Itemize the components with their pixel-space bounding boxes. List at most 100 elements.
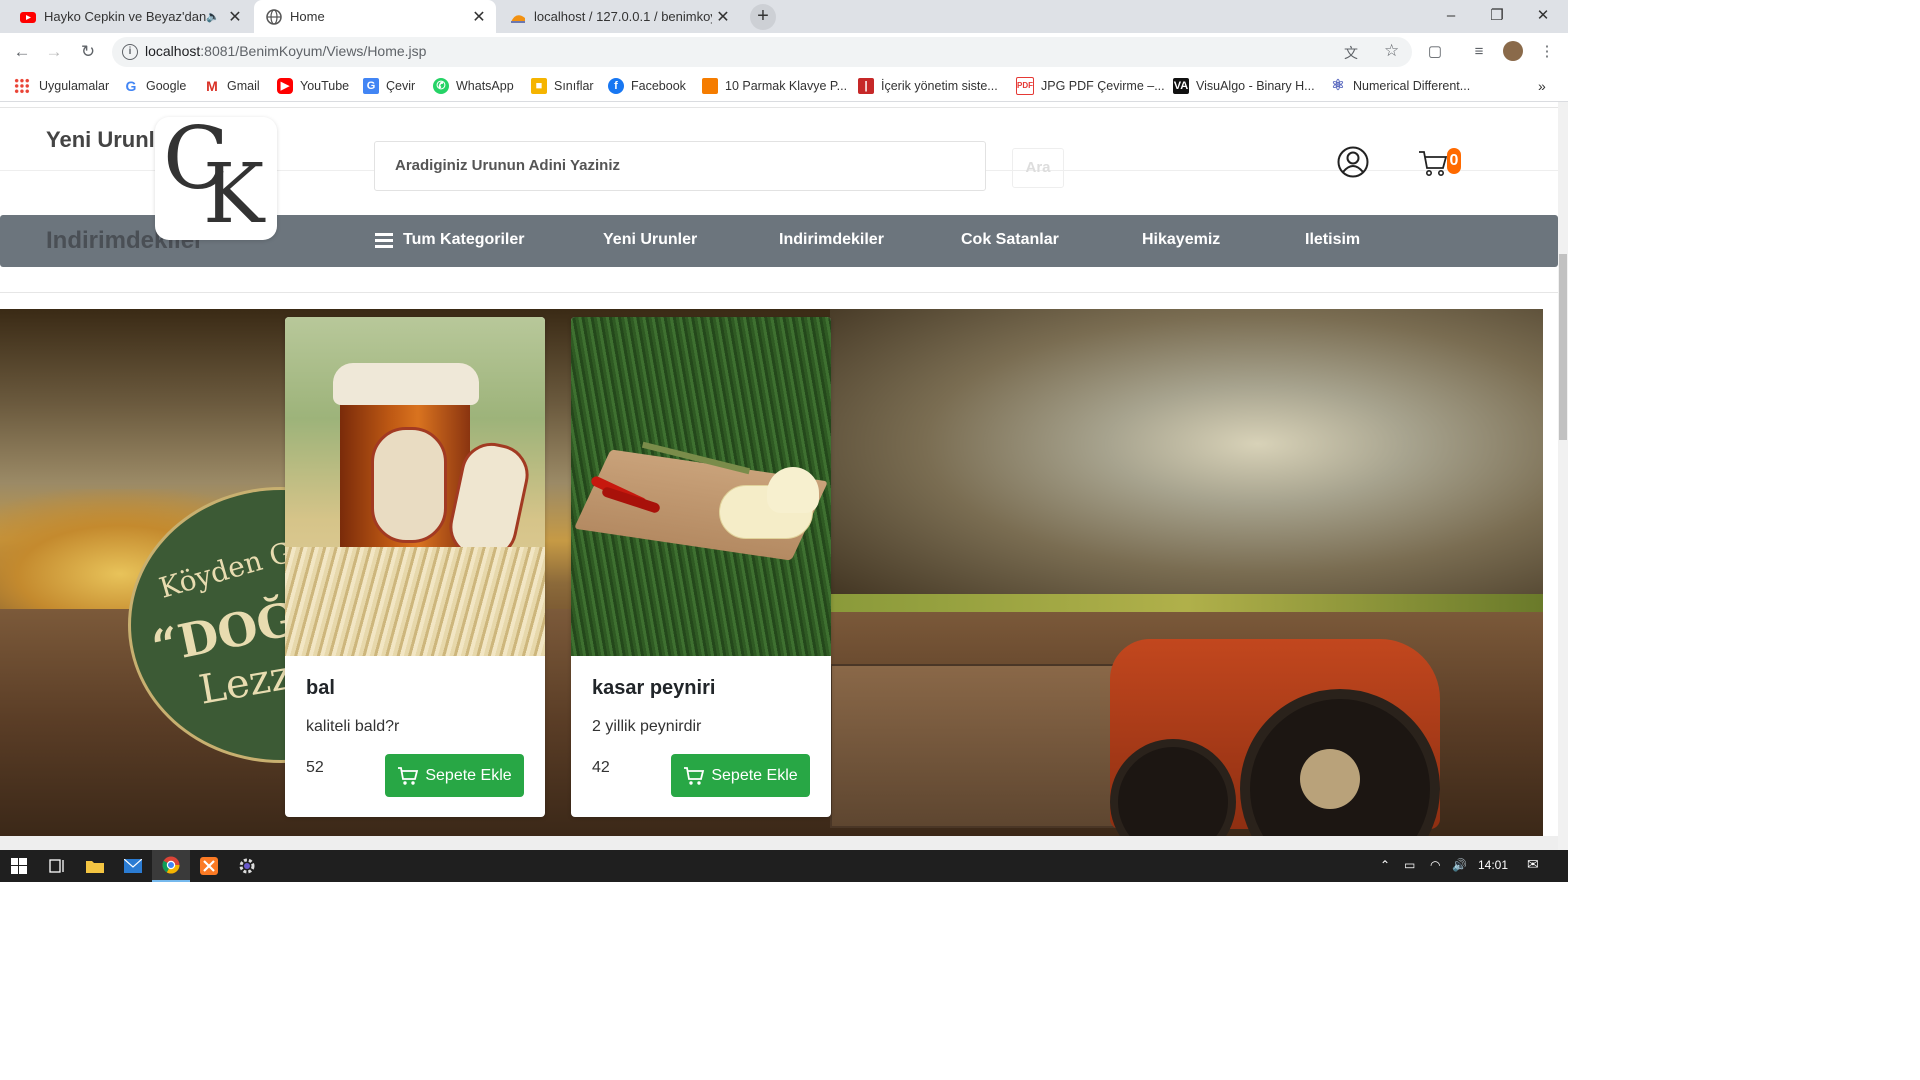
tab-youtube[interactable]: Hayko Cepkin ve Beyaz'dan İl 🔈 ✕ (8, 0, 252, 33)
address-bar[interactable]: i localhost:8081/BenimKoyum/Views/Home.j… (112, 37, 1412, 67)
clock[interactable]: 14:01 (1478, 858, 1508, 872)
bookmark-youtube[interactable]: ▶ YouTube (277, 77, 349, 95)
tab-title: Hayko Cepkin ve Beyaz'dan İl (44, 9, 207, 24)
product-card-kasar-peyniri[interactable]: kasar peyniri 2 yillik peynirdir 42 Sepe… (571, 317, 831, 817)
site-logo[interactable]: C K (155, 109, 277, 242)
bookmarks-bar: Uygulamalar G Google M Gmail ▶ YouTube G… (0, 71, 1568, 102)
tab-home[interactable]: Home ✕ (254, 0, 496, 33)
product-image-honey[interactable] (285, 317, 545, 656)
bookmark-facebook[interactable]: f Facebook (608, 77, 686, 95)
product-image-cheese[interactable] (571, 317, 831, 656)
product-description: kaliteli bald?r (306, 718, 400, 735)
nav-indirimdekiler[interactable]: Indirimdekiler (779, 231, 884, 249)
tab-phpmyadmin[interactable]: localhost / 127.0.0.1 / benimkoyu ✕ (498, 0, 740, 33)
url-path: :8081/BenimKoyum/Views/Home.jsp (200, 43, 427, 59)
cart-count-badge: 0 (1447, 148, 1461, 174)
product-name[interactable]: bal (306, 677, 335, 700)
show-hidden-icons[interactable]: ⌃ (1380, 858, 1390, 872)
tab-strip: Hayko Cepkin ve Beyaz'dan İl 🔈 ✕ Home ✕ … (0, 0, 1568, 33)
wifi-icon[interactable]: ◠ (1430, 858, 1440, 872)
product-card-bal[interactable]: bal kaliteli bald?r 52 Sepete Ekle (285, 317, 545, 817)
url-text[interactable]: localhost:8081/BenimKoyum/Views/Home.jsp (145, 43, 426, 59)
task-view-button[interactable] (38, 850, 76, 882)
grass-horizon (830, 594, 1543, 612)
site-info-icon[interactable]: i (122, 44, 138, 60)
bookmark-label: Çevir (386, 79, 416, 93)
nav-iletisim[interactable]: Iletisim (1305, 231, 1360, 249)
gear-icon (239, 858, 255, 874)
bookmark-visualgo[interactable]: VA VisuAlgo - Binary H... (1173, 77, 1315, 95)
bookmark-numerical[interactable]: ⚛ Numerical Different... (1330, 77, 1470, 95)
product-name[interactable]: kasar peyniri (592, 677, 715, 700)
xampp-button[interactable] (190, 850, 228, 882)
bookmark-gmail[interactable]: M Gmail (204, 77, 260, 95)
search-placeholder: Aradiginiz Urunun Adini Yaziniz (395, 157, 621, 174)
globe-icon (266, 8, 282, 25)
bookmark-whatsapp[interactable]: ✆ WhatsApp (433, 77, 514, 95)
youtube-icon: ▶ (277, 78, 293, 94)
cart-icon (684, 766, 705, 785)
search-button[interactable]: Ara (1012, 148, 1064, 188)
nav-hikayemiz[interactable]: Hikayemiz (1142, 231, 1220, 249)
nav-yeni-urunler[interactable]: Yeni Urunler (603, 231, 697, 249)
menu-icon[interactable]: ⋮ (1536, 41, 1558, 63)
bookmark-star-icon[interactable]: ☆ (1384, 41, 1399, 61)
bookmark-jpg-pdf[interactable]: PDF JPG PDF Çevirme –... (1016, 77, 1165, 95)
mail-button[interactable] (114, 850, 152, 882)
close-window-button[interactable]: ✕ (1520, 0, 1566, 33)
bookmark-label: 10 Parmak Klavye P... (725, 79, 848, 93)
nav-cok-satanlar[interactable]: Cok Satanlar (961, 231, 1059, 249)
bookmark-siniflar[interactable]: ■ Sınıflar (531, 77, 594, 95)
xampp-icon (200, 857, 218, 875)
pdf-icon: PDF (1016, 77, 1034, 95)
new-tab-button[interactable]: + (750, 4, 776, 30)
add-to-cart-button[interactable]: Sepete Ekle (671, 754, 810, 797)
profile-avatar[interactable] (1502, 41, 1524, 63)
search-input[interactable]: Aradiginiz Urunun Adini Yaziniz (374, 141, 986, 191)
reload-button[interactable]: ↻ (75, 39, 101, 65)
page-bottom-strip (0, 836, 1558, 850)
back-button[interactable]: ← (9, 39, 35, 65)
nav-tum-kategoriler[interactable]: Tum Kategoriler (375, 231, 525, 249)
restore-button[interactable]: ❐ (1474, 0, 1520, 33)
user-account-icon[interactable] (1337, 146, 1369, 178)
scrollbar-thumb[interactable] (1559, 254, 1567, 440)
nav-label: Tum Kategoriler (403, 231, 525, 248)
start-button[interactable] (0, 850, 38, 882)
url-host: localhost (145, 43, 201, 59)
bookmark-icerik[interactable]: | İçerik yönetim siste... (858, 77, 998, 95)
bookmark-uygulamalar[interactable]: Uygulamalar (14, 77, 109, 95)
cart-icon[interactable] (1418, 148, 1448, 178)
minimize-button[interactable]: – (1428, 0, 1474, 33)
eclipse-button[interactable] (228, 850, 266, 882)
bookmark-google[interactable]: G Google (123, 77, 187, 95)
web-page: Yeni Urunler Aradiginiz Urunun Adini Yaz… (0, 102, 1558, 850)
button-label: Sepete Ekle (711, 766, 798, 784)
close-tab-icon[interactable]: ✕ (712, 7, 734, 27)
bookmark-10-parmak[interactable]: 10 Parmak Klavye P... (702, 77, 847, 95)
bookmark-label: Sınıflar (554, 79, 594, 93)
logo-letter-k: K (203, 147, 265, 242)
close-tab-icon[interactable]: ✕ (468, 7, 490, 27)
bookmark-label: YouTube (300, 79, 350, 93)
forward-button[interactable]: → (41, 39, 67, 65)
product-price: 42 (592, 759, 610, 776)
close-tab-icon[interactable]: ✕ (224, 7, 246, 27)
notifications-icon[interactable]: ✉ (1527, 856, 1539, 873)
extension-icon[interactable]: ▢ (1424, 41, 1446, 63)
file-explorer-button[interactable] (76, 850, 114, 882)
chrome-taskbar-button[interactable] (152, 850, 190, 882)
media-control-icon[interactable]: ≡ (1468, 41, 1490, 63)
facebook-icon: f (608, 78, 624, 94)
battery-icon[interactable]: ▭ (1404, 858, 1415, 872)
translate-icon[interactable]: 文 (1344, 43, 1358, 63)
volume-icon[interactable]: 🔊 (1452, 858, 1467, 872)
classroom-icon: ■ (531, 78, 547, 94)
page-scrollbar[interactable] (1558, 102, 1568, 850)
more-bookmarks-icon[interactable]: » (1538, 77, 1546, 95)
chrome-icon (162, 856, 180, 874)
task-view-icon (49, 859, 64, 873)
bookmark-cevir[interactable]: G Çevir (363, 77, 415, 95)
add-to-cart-button[interactable]: Sepete Ekle (385, 754, 524, 797)
speaker-icon[interactable]: 🔈 (206, 10, 220, 23)
